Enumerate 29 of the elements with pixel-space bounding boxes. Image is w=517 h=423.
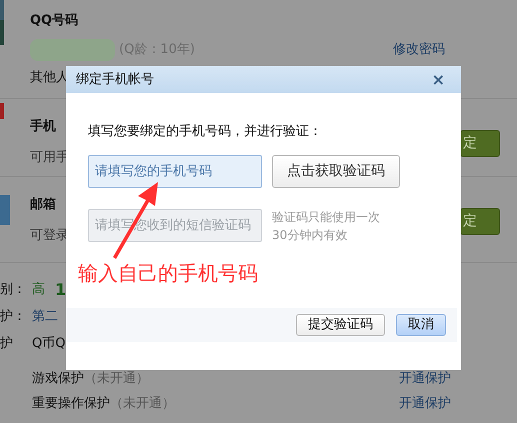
- security-level: 高: [32, 280, 45, 299]
- code-note: 验证码只能使用一次: [272, 208, 380, 226]
- security-label: 护: [0, 334, 14, 353]
- cancel-button[interactable]: 取消: [396, 314, 446, 336]
- close-button[interactable]: ×: [432, 72, 445, 88]
- account-title: QQ号码: [30, 12, 78, 29]
- security-label: 护：: [0, 308, 27, 326]
- protection-link[interactable]: 第二: [32, 306, 58, 326]
- protection-status: （未开通）: [84, 372, 149, 386]
- security-score: 1: [55, 278, 66, 300]
- enable-protection-link[interactable]: 开通保护: [399, 372, 451, 386]
- dialog-title: 绑定手机帐号: [76, 70, 154, 89]
- protection-name: 游戏保护: [32, 372, 84, 386]
- bind-button[interactable]: 定: [460, 208, 500, 235]
- protection-status: （未开通）: [110, 396, 175, 410]
- get-code-button[interactable]: 点击获取验证码: [272, 154, 400, 188]
- service-title: 邮箱: [30, 196, 56, 214]
- protection-text: Q币Q: [32, 334, 66, 353]
- service-title: 手机: [30, 118, 56, 136]
- enable-protection-link[interactable]: 开通保护: [399, 396, 451, 410]
- security-label: 别：: [0, 280, 27, 299]
- protection-name: 重要操作保护: [32, 396, 110, 410]
- submit-code-button[interactable]: 提交验证码: [296, 314, 385, 336]
- annotation-text: 输入自己的手机号码: [78, 260, 258, 287]
- phone-input[interactable]: 请填写您的手机号码: [88, 154, 262, 188]
- instruction-text: 填写您要绑定的手机号码，并进行验证：: [88, 123, 323, 141]
- bind-button[interactable]: 定: [460, 130, 500, 157]
- code-note: 30分钟内有效: [272, 226, 348, 244]
- change-password-link[interactable]: 修改密码: [393, 40, 445, 60]
